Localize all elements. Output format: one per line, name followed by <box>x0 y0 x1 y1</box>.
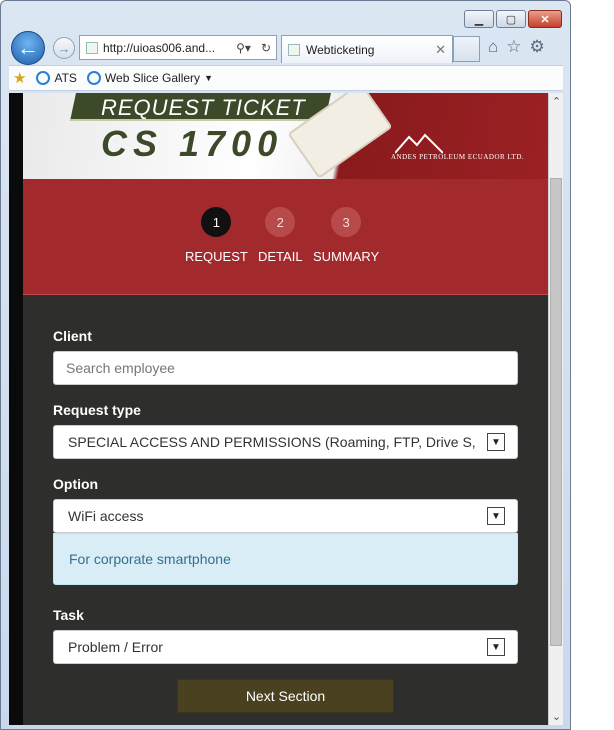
forward-arrow-icon: → <box>57 40 71 56</box>
page-icon <box>86 41 98 54</box>
page-content: REQUEST TICKET CS 1700 ANDES PETROLEUM E… <box>23 93 548 725</box>
address-url[interactable]: http://uioas006.and... <box>103 41 231 55</box>
task-value: Problem / Error <box>68 639 163 655</box>
next-section-button[interactable]: Next Section <box>177 679 394 713</box>
step-label: REQUEST <box>185 249 248 264</box>
favorite-ats[interactable]: ATS <box>36 71 77 85</box>
company-name: ANDES PETROLEUM ECUADOR LTD. <box>391 153 525 161</box>
header-banner: REQUEST TICKET CS 1700 ANDES PETROLEUM E… <box>23 93 548 179</box>
request-type-select[interactable]: SPECIAL ACCESS AND PERMISSIONS (Roaming,… <box>53 425 518 459</box>
close-button[interactable]: ✕ <box>528 10 562 28</box>
ie-page-icon <box>86 71 101 85</box>
step-summary[interactable]: 3 SUMMARY <box>313 207 379 264</box>
chevron-down-icon: ▼ <box>204 73 213 83</box>
option-select[interactable]: WiFi access ▼ <box>53 499 518 533</box>
forward-button[interactable]: → <box>53 37 75 59</box>
task-select[interactable]: Problem / Error ▼ <box>53 630 518 664</box>
scroll-down-icon[interactable]: ⌄ <box>549 708 563 725</box>
tab-favicon-icon <box>288 43 300 56</box>
tab-webticketing[interactable]: Webticketing ✕ <box>281 35 453 63</box>
step-detail[interactable]: 2 DETAIL <box>258 207 303 264</box>
home-icon[interactable]: ⌂ <box>488 37 498 57</box>
browser-window: ▁ ▢ ✕ ← → http://uioas006.and... ⚲▾ ↻ We… <box>0 0 571 730</box>
steps-progress: 1 REQUEST 2 DETAIL 3 SUMMARY <box>23 179 548 295</box>
navigation-bar: ← → http://uioas006.and... ⚲▾ ↻ Webticke… <box>1 31 570 65</box>
favorite-label: Web Slice Gallery <box>104 71 201 85</box>
new-tab-button[interactable] <box>453 36 480 62</box>
step-label: SUMMARY <box>313 249 380 264</box>
mountain-logo-icon <box>395 133 443 154</box>
web-viewport: REQUEST TICKET CS 1700 ANDES PETROLEUM E… <box>9 93 563 725</box>
step-label: DETAIL <box>258 249 303 264</box>
ie-page-icon <box>36 71 51 85</box>
tab-close-icon[interactable]: ✕ <box>435 42 446 58</box>
step-number: 2 <box>265 207 296 237</box>
favorites-star-icon[interactable]: ☆ <box>506 37 521 57</box>
refresh-icon[interactable]: ↻ <box>261 41 271 55</box>
option-label: Option <box>53 476 99 492</box>
request-type-label: Request type <box>53 402 141 418</box>
banner-title: CS 1700 <box>101 123 284 164</box>
maximize-button[interactable]: ▢ <box>496 10 526 28</box>
back-arrow-icon: ← <box>17 35 39 60</box>
step-number: 3 <box>331 207 362 237</box>
scroll-up-icon[interactable]: ⌃ <box>549 93 563 110</box>
scrollbar-thumb[interactable] <box>550 178 562 646</box>
address-bar[interactable]: http://uioas006.and... ⚲▾ ↻ <box>79 35 277 60</box>
favorites-bar: ★ ATS Web Slice Gallery ▼ <box>9 65 563 91</box>
gear-icon[interactable]: ⚙ <box>530 37 545 57</box>
banner-tag-text: REQUEST TICKET <box>101 95 306 120</box>
step-number: 1 <box>201 207 232 237</box>
back-button[interactable]: ← <box>11 31 45 65</box>
chevron-down-icon[interactable]: ▼ <box>487 507 505 525</box>
favorite-web-slice-gallery[interactable]: Web Slice Gallery ▼ <box>86 71 213 85</box>
minimize-button[interactable]: ▁ <box>464 10 494 28</box>
chevron-down-icon[interactable]: ▼ <box>487 638 505 656</box>
option-value: WiFi access <box>68 508 144 524</box>
vertical-scrollbar[interactable]: ⌃ ⌄ <box>548 93 563 725</box>
chevron-down-icon[interactable]: ▼ <box>487 433 505 451</box>
step-request[interactable]: 1 REQUEST <box>185 207 248 264</box>
search-icon[interactable]: ⚲▾ <box>236 41 251 55</box>
favorite-label: ATS <box>54 71 77 85</box>
title-bar: ▁ ▢ ✕ <box>1 1 570 33</box>
option-info-box: For corporate smartphone <box>53 533 518 585</box>
favorites-add-icon[interactable]: ★ <box>13 69 26 87</box>
client-search-input[interactable]: Search employee <box>53 351 518 385</box>
task-label: Task <box>53 607 84 623</box>
client-label: Client <box>53 328 92 344</box>
request-type-value: SPECIAL ACCESS AND PERMISSIONS (Roaming,… <box>68 434 476 450</box>
tab-title: Webticketing <box>306 42 375 57</box>
